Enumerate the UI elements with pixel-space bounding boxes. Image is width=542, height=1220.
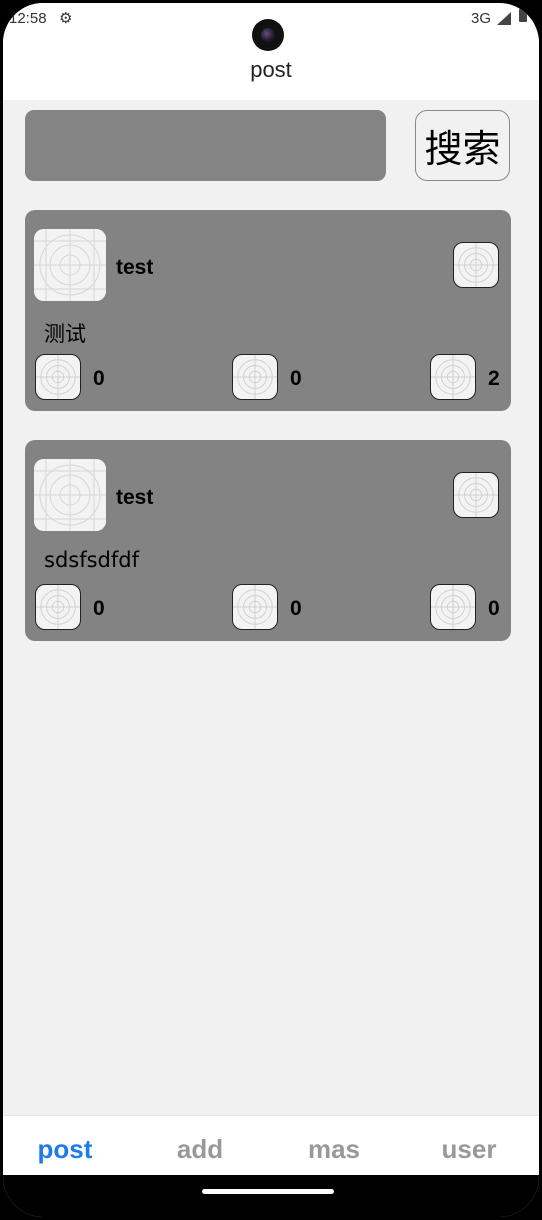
comment-button[interactable] [232,354,278,400]
front-camera [252,19,284,51]
share-button[interactable] [430,354,476,400]
share-count: 2 [488,367,500,390]
post-card: test 测试 0 0 2 [25,210,511,411]
comment-icon [233,585,277,629]
avatar[interactable] [34,229,106,301]
page-title: post [250,57,292,82]
like-icon [36,355,80,399]
placeholder-image-icon [34,229,106,301]
device-frame: 12:58 ⚙ 3G post 搜索 test 测试 0 0 2 test sd… [0,0,542,1220]
post-author[interactable]: test [116,486,153,510]
comment-count: 0 [290,367,302,390]
screen: 12:58 ⚙ 3G post 搜索 test 测试 0 0 2 test sd… [3,3,539,1217]
tab-mas[interactable]: mas [267,1134,401,1165]
network-type: 3G [470,10,491,27]
share-icon [431,355,475,399]
like-button[interactable] [35,584,81,630]
post-content: 测试 [44,322,86,346]
avatar[interactable] [34,459,106,531]
comment-icon [233,355,277,399]
like-button[interactable] [35,354,81,400]
post-content: sdsfsdfdf [44,548,139,572]
tab-user[interactable]: user [402,1134,536,1165]
placeholder-icon [454,473,498,517]
home-indicator[interactable] [202,1189,334,1194]
bottom-tab-bar: post add mas user [3,1115,539,1176]
share-button[interactable] [430,584,476,630]
tab-post[interactable]: post [3,1134,132,1165]
post-card: test sdsfsdfdf 0 0 0 [25,440,511,641]
post-author[interactable]: test [116,256,153,280]
comment-count: 0 [290,597,302,620]
like-icon [36,585,80,629]
search-button[interactable]: 搜索 [415,110,510,181]
battery-icon [519,7,527,22]
more-options-button[interactable] [453,472,499,518]
search-input[interactable] [25,110,386,181]
more-options-button[interactable] [453,242,499,288]
search-bar: 搜索 [3,100,539,190]
comment-button[interactable] [232,584,278,630]
share-icon [431,585,475,629]
gear-icon: ⚙ [59,10,73,27]
share-count: 0 [488,597,500,620]
tab-add[interactable]: add [133,1134,267,1165]
like-count: 0 [93,597,105,620]
system-nav-bar [3,1175,539,1217]
status-time: 12:58 [9,10,47,27]
like-count: 0 [93,367,105,390]
placeholder-image-icon [34,459,106,531]
signal-icon [497,12,511,25]
placeholder-icon [454,243,498,287]
